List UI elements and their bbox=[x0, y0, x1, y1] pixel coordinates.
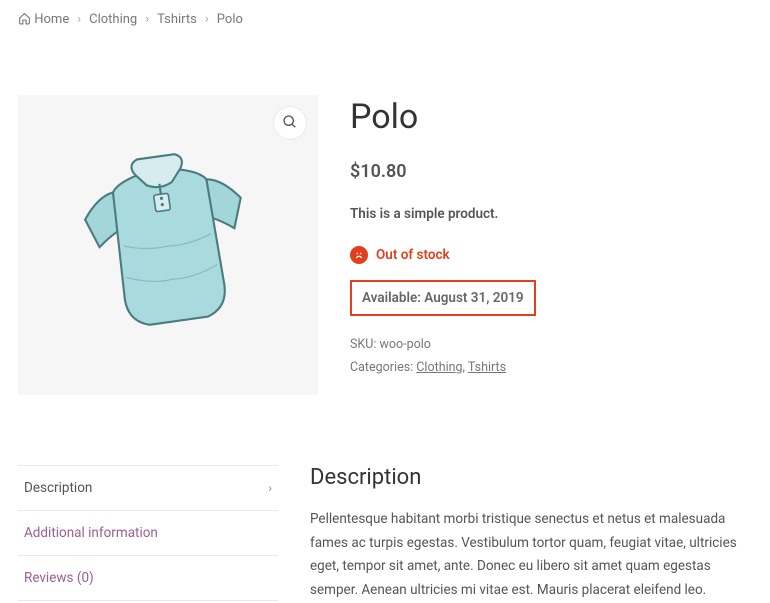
panel-heading: Description bbox=[310, 465, 752, 490]
breadcrumb-current: Polo bbox=[217, 12, 243, 27]
availability-label: Available: bbox=[362, 290, 421, 306]
product-main: Polo $10.80 This is a simple product. Ou… bbox=[0, 35, 770, 395]
tab-list: Description › Additional information Rev… bbox=[18, 465, 278, 603]
product-price: $10.80 bbox=[350, 161, 752, 182]
breadcrumb: Home › Clothing › Tshirts › Polo bbox=[0, 0, 770, 35]
breadcrumb-link[interactable]: Clothing bbox=[89, 12, 137, 27]
product-gallery bbox=[18, 95, 318, 395]
sku-row: SKU: woo-polo bbox=[350, 334, 752, 357]
chevron-right-icon: › bbox=[268, 481, 272, 495]
price-amount: 10.80 bbox=[360, 161, 406, 182]
product-summary: Polo $10.80 This is a simple product. Ou… bbox=[350, 95, 752, 395]
tab-panel-description: Description Pellentesque habitant morbi … bbox=[310, 465, 752, 603]
tab-description[interactable]: Description › bbox=[18, 465, 278, 511]
category-link[interactable]: Clothing bbox=[416, 360, 462, 375]
product-meta: SKU: woo-polo Categories: Clothing, Tshi… bbox=[350, 334, 752, 379]
availability-date: August 31, 2019 bbox=[424, 290, 523, 306]
sku-value: woo-polo bbox=[380, 337, 431, 352]
home-icon bbox=[18, 12, 34, 27]
short-description: This is a simple product. bbox=[350, 206, 752, 222]
chevron-right-icon: › bbox=[205, 12, 209, 27]
chevron-right-icon: › bbox=[77, 12, 81, 27]
search-icon bbox=[282, 114, 298, 133]
breadcrumb-link[interactable]: Tshirts bbox=[157, 12, 197, 27]
stock-status-text: Out of stock bbox=[376, 247, 450, 263]
panel-body: Pellentesque habitant morbi tristique se… bbox=[310, 508, 752, 603]
tab-additional-information[interactable]: Additional information bbox=[18, 511, 278, 556]
tab-label: Description bbox=[24, 480, 92, 496]
sad-face-icon bbox=[350, 246, 368, 264]
tab-label: Reviews (0) bbox=[24, 570, 94, 586]
stock-status: Out of stock bbox=[350, 246, 752, 264]
product-tabs: Description › Additional information Rev… bbox=[0, 395, 770, 603]
category-link[interactable]: Tshirts bbox=[468, 360, 506, 375]
chevron-right-icon: › bbox=[145, 12, 149, 27]
product-title: Polo bbox=[350, 97, 752, 137]
zoom-button[interactable] bbox=[274, 107, 306, 139]
categories-row: Categories: Clothing, Tshirts bbox=[350, 357, 752, 380]
sku-label: SKU: bbox=[350, 337, 376, 352]
currency-symbol: $ bbox=[350, 161, 360, 182]
categories-label: Categories: bbox=[350, 360, 413, 375]
breadcrumb-home[interactable]: Home bbox=[18, 12, 69, 27]
availability-box: Available: August 31, 2019 bbox=[350, 280, 536, 316]
breadcrumb-home-label: Home bbox=[34, 12, 69, 27]
tab-label: Additional information bbox=[24, 525, 158, 541]
product-image bbox=[63, 135, 273, 355]
